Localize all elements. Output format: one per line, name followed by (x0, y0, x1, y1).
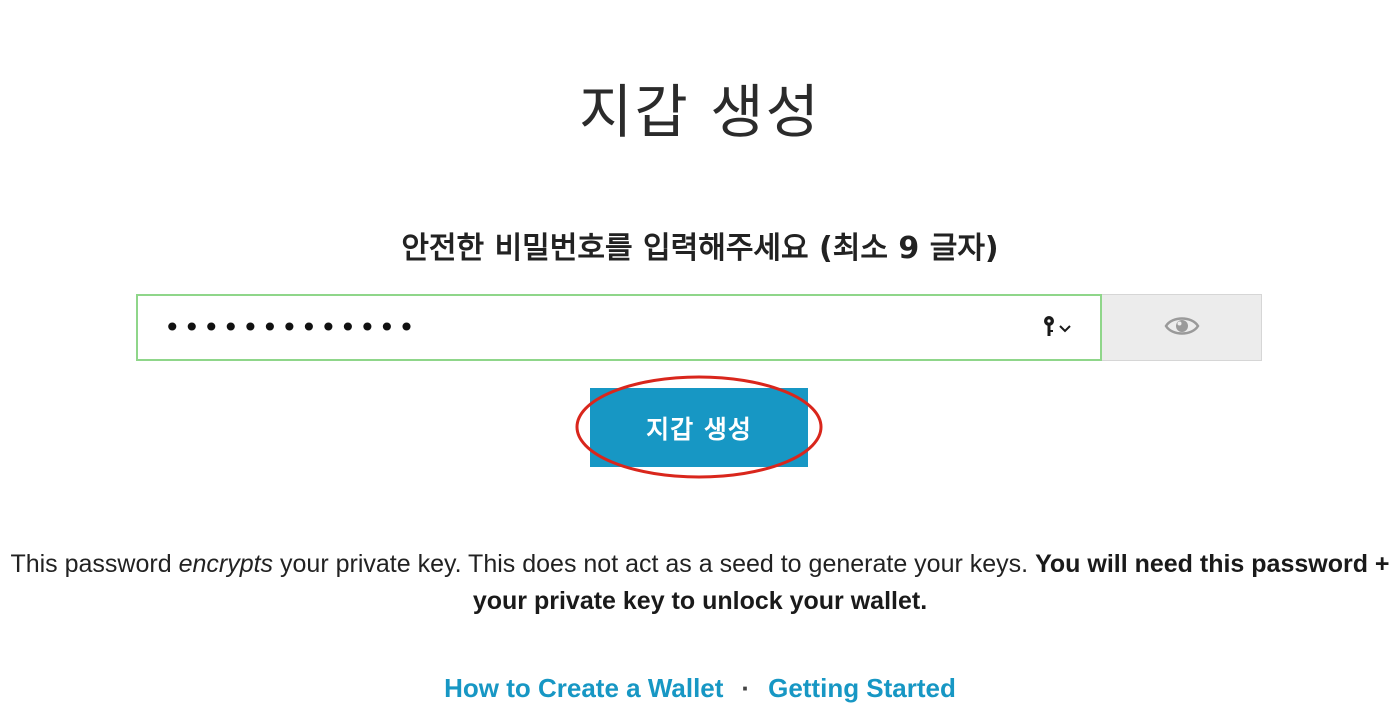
key-icon (1042, 315, 1056, 341)
create-wallet-page: 지갑 생성 안전한 비밀번호를 입력해주세요 (최소 9 글자) •••••••… (0, 0, 1400, 720)
info-text-emphasis: encrypts (178, 550, 274, 578)
chevron-down-icon (1058, 319, 1072, 338)
info-text-part: your private key. This does not act as a… (273, 550, 1036, 578)
password-info-text: This password encrypts your private key.… (0, 546, 1400, 620)
info-text-part: This password (10, 550, 179, 578)
autofill-key-button[interactable] (1042, 316, 1072, 340)
password-input[interactable] (138, 296, 1026, 359)
help-links: How to Create a Wallet · Getting Started (0, 668, 1400, 708)
getting-started-link[interactable]: Getting Started (768, 673, 956, 703)
password-field (136, 294, 1102, 361)
how-to-create-wallet-link[interactable]: How to Create a Wallet (444, 673, 723, 703)
link-separator: · (741, 673, 751, 703)
toggle-password-visibility-button[interactable] (1102, 294, 1262, 361)
create-wallet-button[interactable]: 지갑 생성 (590, 388, 808, 467)
password-prompt-label: 안전한 비밀번호를 입력해주세요 (최소 9 글자) (401, 231, 999, 266)
password-input-group (136, 294, 1262, 361)
page-title: 지갑 생성 (579, 78, 821, 146)
eye-icon (1164, 314, 1200, 342)
